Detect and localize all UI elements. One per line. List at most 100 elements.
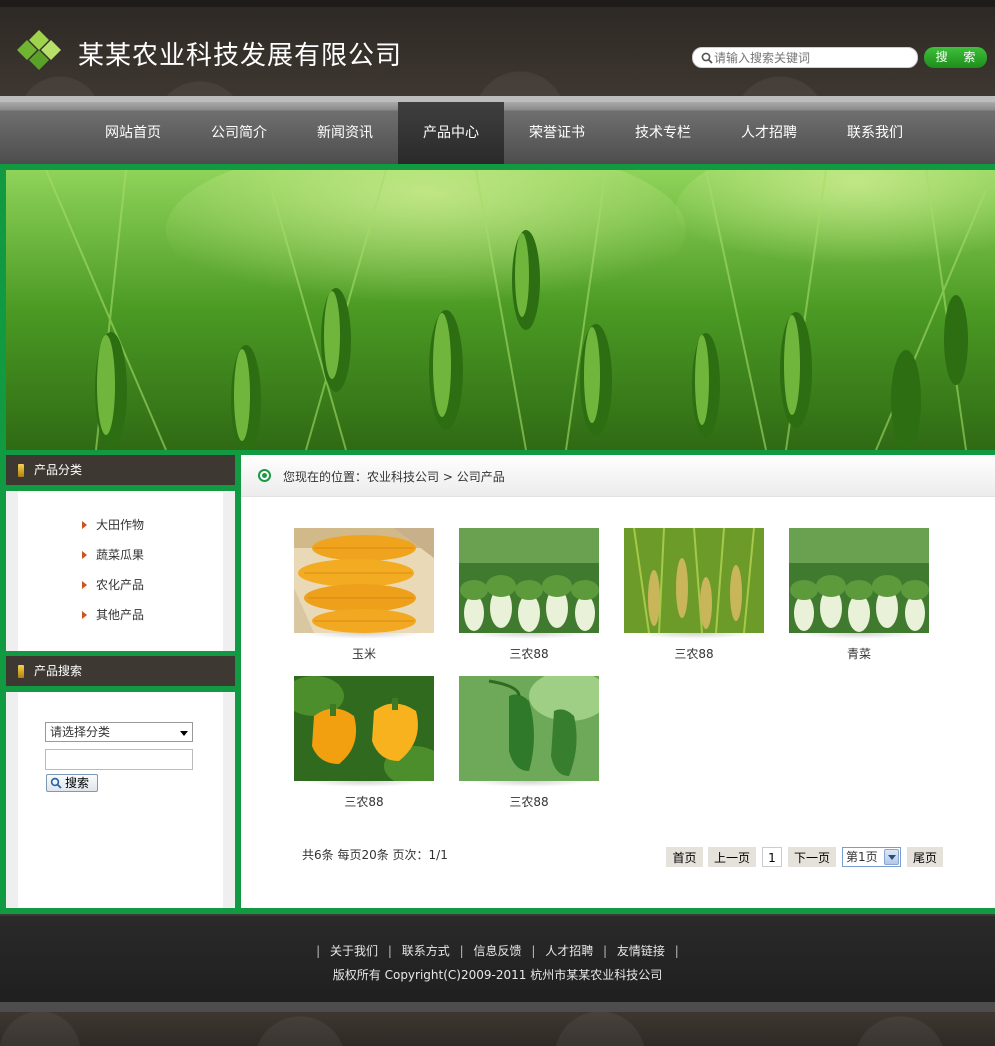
image-shadow <box>634 633 754 639</box>
location-dot-icon <box>258 469 271 482</box>
last-page-button[interactable]: 尾页 <box>907 847 943 867</box>
category-item-field-crops[interactable]: 大田作物 <box>80 517 144 547</box>
header-bullet-icon <box>18 464 24 477</box>
product-image-corn[interactable] <box>294 528 434 633</box>
main-nav: 网站首页 公司简介 新闻资讯 产品中心 荣誉证书 技术专栏 人才招聘 联系我们 <box>0 96 995 164</box>
category-item-agrochemicals[interactable]: 农化产品 <box>80 577 144 607</box>
sidebar-category-header: 产品分类 <box>6 455 235 485</box>
breadcrumb-separator: > <box>439 470 457 484</box>
product-search-button[interactable]: 搜索 <box>46 774 98 792</box>
breadcrumb: 您现在的位置：农业科技公司 > 公司产品 <box>241 455 995 497</box>
nav-item-jobs[interactable]: 人才招聘 <box>716 102 822 164</box>
product-name[interactable]: 青菜 <box>789 645 929 662</box>
footer-link-about[interactable]: 关于我们 <box>330 944 378 958</box>
image-shadow <box>304 781 424 787</box>
product-name[interactable]: 三农88 <box>624 645 764 662</box>
category-label: 其他产品 <box>96 608 145 622</box>
nav-item-home[interactable]: 网站首页 <box>80 102 186 164</box>
product-image-yellow-pepper[interactable] <box>294 676 434 781</box>
footer-separator: | <box>459 944 464 958</box>
image-shadow <box>469 781 589 787</box>
product-keyword-input[interactable] <box>45 749 193 770</box>
search-icon <box>50 777 62 789</box>
banner-image <box>6 170 995 450</box>
image-shadow <box>304 633 424 639</box>
first-page-button[interactable]: 首页 <box>666 847 703 867</box>
page-select[interactable]: 第1页 <box>842 847 901 867</box>
arrow-right-icon <box>82 581 87 589</box>
search-icon <box>701 52 713 64</box>
site-footer: | 关于我们 | 联系方式 | 信息反馈 | 人才招聘 | 友情链接 | 版权所… <box>0 914 995 1002</box>
product-card[interactable]: 三农88 <box>459 676 599 816</box>
sidebar-category-panel: 大田作物 蔬菜瓜果 农化产品 其他产品 <box>6 491 235 651</box>
nav-item-contact[interactable]: 联系我们 <box>822 102 928 164</box>
product-name[interactable]: 三农88 <box>459 645 599 662</box>
product-image-bok-choy[interactable] <box>789 528 929 633</box>
prev-page-button[interactable]: 上一页 <box>708 847 756 867</box>
breadcrumb-prefix: 您现在的位置： <box>283 470 368 484</box>
product-card[interactable]: 三农88 <box>294 676 434 816</box>
footer-separator: | <box>531 944 536 958</box>
dropdown-caret-icon <box>180 731 188 736</box>
breadcrumb-home-link[interactable]: 农业科技公司 <box>367 470 439 484</box>
company-name: 某某农业科技发展有限公司 <box>78 41 403 71</box>
category-label: 农化产品 <box>96 578 145 592</box>
footer-link-contact[interactable]: 联系方式 <box>402 944 450 958</box>
product-search-label: 搜索 <box>65 776 90 790</box>
footer-link-friends[interactable]: 友情链接 <box>617 944 665 958</box>
current-page-number[interactable]: 1 <box>762 847 782 867</box>
product-image-green-pepper[interactable] <box>459 676 599 781</box>
sidebar-category-title: 产品分类 <box>34 463 83 477</box>
category-label: 蔬菜瓜果 <box>96 548 145 562</box>
nav-item-about[interactable]: 公司简介 <box>186 102 292 164</box>
page-select-value: 第1页 <box>846 850 878 864</box>
footer-separator: | <box>387 944 392 958</box>
product-name[interactable]: 三农88 <box>459 793 599 810</box>
image-shadow <box>469 633 589 639</box>
product-card[interactable]: 三农88 <box>624 528 764 668</box>
footer-link-feedback[interactable]: 信息反馈 <box>473 944 521 958</box>
sidebar-search-header: 产品搜索 <box>6 656 235 686</box>
product-card[interactable]: 玉米 <box>294 528 434 668</box>
product-name[interactable]: 三农88 <box>294 793 434 810</box>
bottom-decoration <box>0 1002 995 1046</box>
footer-separator: | <box>674 944 679 958</box>
breadcrumb-current: 公司产品 <box>456 470 505 484</box>
arrow-right-icon <box>82 521 87 529</box>
nav-item-tech[interactable]: 技术专栏 <box>610 102 716 164</box>
sidebar-search-title: 产品搜索 <box>34 664 83 678</box>
nav-item-honors[interactable]: 荣誉证书 <box>504 102 610 164</box>
category-item-other[interactable]: 其他产品 <box>80 607 144 637</box>
pagination-info: 共6条 每页20条 页次：1/1 <box>302 848 448 862</box>
wheat-field-illustration <box>6 170 995 450</box>
footer-link-jobs[interactable]: 人才招聘 <box>545 944 593 958</box>
arrow-right-icon <box>82 551 87 559</box>
product-card[interactable]: 三农88 <box>459 528 599 668</box>
header-search-button[interactable]: 搜 索 <box>924 47 987 68</box>
footer-separator: | <box>316 944 321 958</box>
copyright-text: 版权所有 Copyright(C)2009-2011 杭州市某某农业科技公司 <box>332 968 663 982</box>
category-select[interactable]: 请选择分类 <box>45 722 193 742</box>
header-bullet-icon <box>18 665 24 678</box>
image-shadow <box>799 633 919 639</box>
product-image-rice[interactable] <box>624 528 764 633</box>
logo-diamond-icon <box>17 30 61 70</box>
category-select-value: 请选择分类 <box>50 725 111 739</box>
dropdown-arrow-icon <box>884 849 899 865</box>
footer-separator: | <box>603 944 608 958</box>
footer-links: | 关于我们 | 联系方式 | 信息反馈 | 人才招聘 | 友情链接 | <box>0 942 995 959</box>
nav-item-products[interactable]: 产品中心 <box>398 102 504 164</box>
nav-item-news[interactable]: 新闻资讯 <box>292 102 398 164</box>
site-header: 某某农业科技发展有限公司 搜 索 <box>0 0 995 96</box>
category-item-vegetables[interactable]: 蔬菜瓜果 <box>80 547 144 577</box>
category-label: 大田作物 <box>96 518 145 532</box>
header-search-input[interactable] <box>714 50 910 66</box>
next-page-button[interactable]: 下一页 <box>788 847 836 867</box>
product-image-cabbage[interactable] <box>459 528 599 633</box>
header-search-box[interactable] <box>692 47 918 68</box>
product-card[interactable]: 青菜 <box>789 528 929 668</box>
product-name[interactable]: 玉米 <box>294 645 434 662</box>
main-content: 您现在的位置：农业科技公司 > 公司产品 玉米 三农88 三农88 青菜 三农8… <box>241 455 995 908</box>
sidebar-search-panel: 请选择分类 搜索 <box>6 692 235 908</box>
arrow-right-icon <box>82 611 87 619</box>
